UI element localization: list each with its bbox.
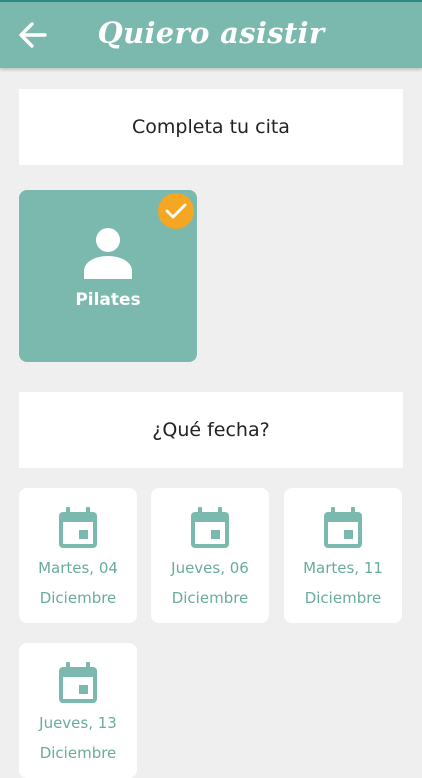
service-label: Pilates [75, 290, 141, 310]
selected-check-badge [158, 193, 194, 229]
date-day: Jueves, 13 [39, 714, 117, 732]
date-day: Martes, 04 [38, 559, 118, 577]
calendar-icon [191, 507, 229, 548]
step-label: Completa tu cita [132, 116, 290, 138]
date-month: Diciembre [39, 744, 117, 762]
app-header: Quiero asistir [0, 2, 422, 68]
date-month: Diciembre [304, 589, 382, 607]
step-title-which-date: ¿Qué fecha? [19, 392, 403, 468]
page-title: Quiero asistir [97, 16, 325, 50]
calendar-icon [59, 662, 97, 703]
calendar-icon [324, 507, 362, 548]
step-label: ¿Qué fecha? [152, 419, 270, 441]
date-day: Martes, 11 [303, 559, 383, 577]
person-icon [84, 228, 132, 279]
date-month: Diciembre [39, 589, 117, 607]
calendar-icon [59, 507, 97, 548]
date-option-1[interactable]: Martes, 04 Diciembre [19, 488, 137, 623]
date-day: Jueves, 06 [171, 559, 249, 577]
date-option-2[interactable]: Jueves, 06 Diciembre [151, 488, 269, 623]
date-month: Diciembre [171, 589, 249, 607]
check-icon [165, 203, 187, 219]
date-option-3[interactable]: Martes, 11 Diciembre [284, 488, 402, 623]
step-title-complete-appointment: Completa tu cita [19, 89, 403, 165]
date-option-4[interactable]: Jueves, 13 Diciembre [19, 643, 137, 778]
